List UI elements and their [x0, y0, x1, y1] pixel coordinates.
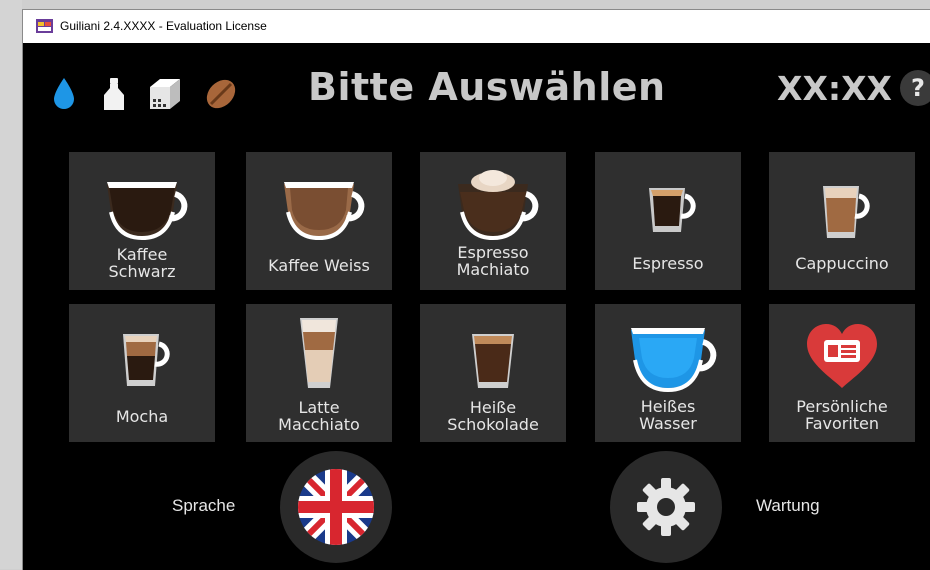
gear-icon	[637, 478, 695, 536]
drink-tile-kaffee-schwarz[interactable]: Kaffee Schwarz	[69, 152, 215, 290]
drink-tile-cappuccino[interactable]: Cappuccino	[769, 152, 915, 290]
drink-label: Kaffee Schwarz	[108, 245, 176, 281]
drink-tile-persoenliche-favoriten[interactable]: Persönliche Favoriten	[769, 304, 915, 442]
desktop-background	[0, 0, 22, 569]
drink-label: Espresso Machiato	[456, 243, 530, 279]
drink-label: Cappuccino	[795, 254, 889, 273]
drink-tile-heisse-schokolade[interactable]: Heiße Schokolade	[420, 304, 566, 442]
drink-tile-latte-macchiato[interactable]: Latte Macchiato	[246, 304, 392, 442]
drink-label: Persönliche Favoriten	[796, 397, 888, 433]
app-window: Guiliani 2.4.XXXX - Evaluation License B…	[22, 9, 930, 570]
app-icon	[36, 19, 53, 33]
coffee-bean-icon	[206, 79, 236, 109]
drink-label: Heiße Schokolade	[447, 398, 539, 434]
drink-tile-espresso-machiato[interactable]: Espresso Machiato	[420, 152, 566, 290]
drink-label: Latte Macchiato	[278, 398, 360, 434]
drink-tile-mocha[interactable]: Mocha	[69, 304, 215, 442]
drink-label: Mocha	[115, 407, 169, 426]
window-title: Guiliani 2.4.XXXX - Evaluation License	[60, 19, 267, 33]
coffee-machine-screen: Bitte Auswählen XX:XX ? Kaffee Schwarz K	[23, 43, 930, 570]
language-button[interactable]	[280, 451, 392, 563]
clock: XX:XX	[777, 69, 892, 108]
page-title: Bitte Auswählen	[308, 65, 666, 109]
milk-bottle-icon	[104, 78, 124, 110]
help-button[interactable]: ?	[900, 70, 930, 106]
language-label: Sprache	[172, 496, 236, 515]
drink-tile-kaffee-weiss[interactable]: Kaffee Weiss	[246, 152, 392, 290]
drink-label: Heißes Wasser	[639, 397, 697, 433]
drink-tile-espresso[interactable]: Espresso	[595, 152, 741, 290]
title-bar[interactable]: Guiliani 2.4.XXXX - Evaluation License	[23, 10, 930, 43]
maintenance-button[interactable]	[610, 451, 722, 563]
drink-label: Espresso	[632, 254, 704, 273]
uk-flag-icon	[298, 469, 374, 545]
sugar-cube-icon	[150, 79, 180, 109]
maintenance-label: Wartung	[756, 496, 820, 515]
drink-tile-heisses-wasser[interactable]: Heißes Wasser	[595, 304, 741, 442]
drink-label: Kaffee Weiss	[268, 256, 370, 275]
water-drop-icon	[54, 78, 74, 109]
